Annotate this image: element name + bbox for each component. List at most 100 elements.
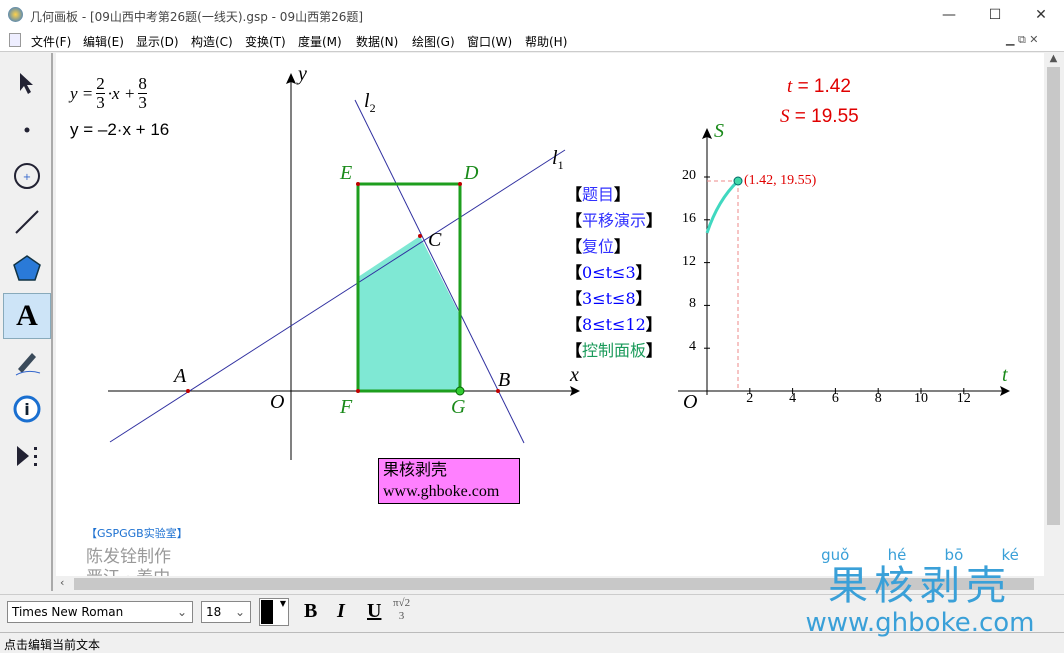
maximize-button[interactable]: ☐ [972,0,1018,30]
segment-icon [15,210,39,234]
custom-tool[interactable] [3,433,51,479]
arrow-tool[interactable] [3,61,51,107]
t-readout: t = 1.42 [787,76,851,97]
place-credit: 晋江 · 养中 [86,563,170,576]
label-G: G [451,396,466,418]
point-F[interactable] [356,389,360,393]
menu-window[interactable]: 窗口(W) [467,33,512,50]
line-l1[interactable] [109,149,566,443]
area-curve [705,179,740,234]
action-button[interactable]: 【控制面板】 [566,337,662,361]
label-l1: l1 [552,147,564,172]
action-button[interactable]: 【8≤t≤12】 [566,311,662,335]
watermark-line2: www.ghboke.com [383,483,500,500]
eq1-lhs: y = [70,83,94,103]
vertical-scroll-thumb[interactable] [1047,67,1060,525]
sketch-canvas[interactable]: y = 23 ·x + 83 y = –2·x + 16 A B C D E F… [56,53,1044,576]
menu-display[interactable]: 显示(D) [136,33,179,50]
label-C: C [428,229,442,251]
action-button[interactable]: 【3≤t≤8】 [566,285,652,309]
text-color-picker[interactable]: ▼ [259,598,289,626]
information-tool[interactable]: i [3,387,51,433]
graph-point[interactable] [733,176,743,186]
polygon-tool[interactable] [3,245,51,291]
action-button[interactable]: 【平移演示】 [566,207,662,231]
font-family-select[interactable]: Times New Roman ⌄ [7,601,193,623]
app-icon [8,7,23,22]
point-E[interactable] [356,182,360,186]
menu-construct[interactable]: 构造(C) [191,33,233,50]
underline-button[interactable]: U [367,600,381,623]
t-tick-label: 2 [746,391,754,406]
info-icon: i [13,395,41,423]
t-tick-label: 10 [914,391,928,406]
menu-data[interactable]: 数据(N) [356,33,398,50]
menu-bar: 文件(F) 编辑(E) 显示(D) 构造(C) 变换(T) 度量(M) 数据(N… [0,30,1064,52]
marker-icon [15,353,41,376]
graph-origin-label: O [683,391,698,413]
point-A[interactable] [186,389,190,393]
toolbox: + A i [0,53,53,591]
arrow-icon [20,73,33,94]
play-icon [17,446,37,466]
point-C[interactable] [418,234,422,238]
menu-measure[interactable]: 度量(M) [298,33,342,50]
s-axis-label: S [714,120,724,142]
equation-l1[interactable]: y = 23 ·x + 83 [70,75,147,112]
watermark-box[interactable]: 果核剥壳 www.ghboke.com [378,458,520,504]
action-button[interactable]: 【题目】 [566,181,630,205]
point-D[interactable] [458,182,462,186]
vertical-scrollbar[interactable]: ▲ [1045,53,1062,576]
eq1-den1: 3 [96,93,105,112]
lab-link[interactable]: 【GSPGGB实验室】 [86,525,188,541]
x-axis-label: x [570,364,579,386]
label-A: A [174,365,187,387]
menu-edit[interactable]: 编辑(E) [83,33,124,50]
menu-file[interactable]: 文件(F) [31,33,71,50]
geometry-drawing [108,73,1010,460]
bold-button[interactable]: B [304,600,317,623]
svg-text:+: + [23,172,31,183]
menu-help[interactable]: 帮助(H) [525,33,567,50]
font-size-select[interactable]: 18 ⌄ [201,601,251,623]
t-axis-label: t [1002,364,1008,386]
eq1-num1: 2 [96,74,105,94]
t-tick-label: 8 [874,391,882,406]
eq1-mid: ·x + [107,83,136,103]
menu-graph[interactable]: 绘图(G) [412,33,455,50]
label-F: F [340,396,353,418]
point-icon [24,127,30,133]
action-button[interactable]: 【0≤t≤3】 [566,259,652,283]
label-E: E [340,162,353,184]
scroll-left-icon[interactable]: ‹ [60,576,64,589]
menu-transform[interactable]: 变换(T) [245,33,286,50]
label-B: B [498,369,511,391]
s-tick-label: 16 [682,210,696,226]
marker-tool[interactable] [3,339,51,385]
equation-l2[interactable]: y = –2·x + 16 [70,120,169,140]
eq1-den2: 3 [138,93,147,112]
point-G[interactable] [455,386,465,396]
italic-button[interactable]: I [337,600,345,623]
graph-point-label: (1.42, 19.55) [744,173,817,188]
watermark-line1: 果核剥壳 [383,462,448,479]
text-icon: A [16,299,38,332]
t-tick-label: 12 [956,391,971,406]
straightedge-tool[interactable] [3,199,51,245]
y-axis-label: y [298,63,307,85]
text-tool[interactable]: A [3,293,51,339]
minimize-button[interactable]: — [926,0,972,30]
label-l2: l2 [364,90,376,115]
close-button[interactable]: ✕ [1018,0,1064,30]
s-readout: S = 19.55 [780,106,859,127]
mdi-controls[interactable]: ▁ ⧉ ✕ [1006,33,1039,47]
polygon-icon [13,255,41,281]
action-button[interactable]: 【复位】 [566,233,630,257]
s-tick-label: 12 [682,253,696,269]
t-tick-label: 4 [789,391,797,406]
math-format-icon[interactable]: π√2 3 [393,597,410,623]
point-tool[interactable] [3,107,51,153]
ghboke-logo: guǒ hé bō ké 果核剥壳 www.ghboke.com [790,546,1050,638]
logo-url: www.ghboke.com [805,608,1035,638]
compass-tool[interactable]: + [3,153,51,199]
